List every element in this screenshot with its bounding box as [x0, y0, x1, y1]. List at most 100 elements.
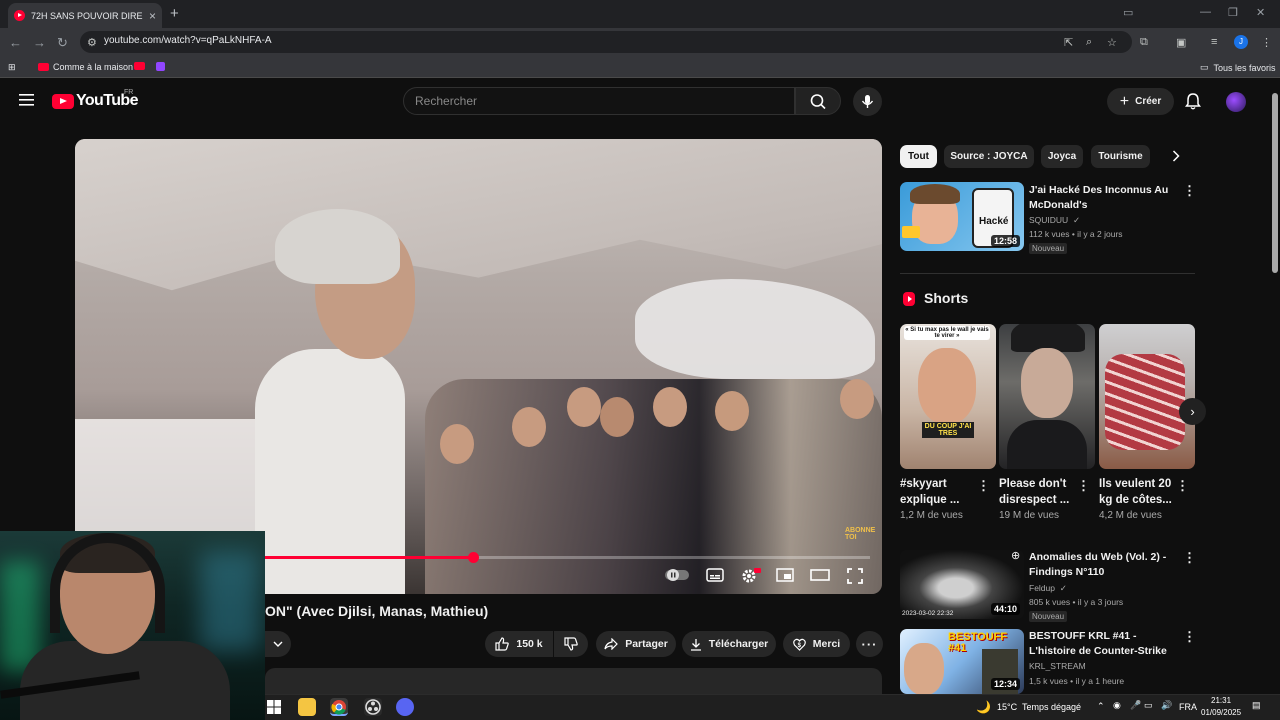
tray-network-icon[interactable]: ▭ [1144, 700, 1153, 711]
download-icon [690, 638, 701, 651]
create-button[interactable]: + Créer [1107, 88, 1174, 115]
channel-name[interactable]: KRL_STREAM [1029, 661, 1086, 671]
search-input[interactable]: Rechercher [403, 87, 795, 115]
notifications-bell-icon[interactable] [1185, 92, 1201, 110]
weather-text[interactable]: Temps dégagé [1022, 702, 1081, 712]
autoplay-toggle[interactable] [665, 568, 689, 582]
thumb-timestamp: 2023-03-02 22:32 [902, 610, 954, 617]
bookmark-twitch[interactable] [156, 62, 165, 71]
video-player[interactable]: ABONNE TOI [75, 139, 882, 594]
channel-name[interactable]: Feldup ✓ [1029, 583, 1067, 594]
chip-source-joyca[interactable]: Source : JOYCA [944, 145, 1034, 168]
dislike-button[interactable] [554, 631, 588, 657]
video-progress-played[interactable] [265, 556, 473, 559]
tray-volume-icon[interactable]: 🔊 [1161, 700, 1172, 711]
subscribe-dropdown-button[interactable] [265, 631, 291, 657]
share-button[interactable]: Partager [596, 631, 676, 657]
youtube-logo-icon[interactable] [52, 94, 74, 109]
short-title[interactable]: #skyyart explique ... [900, 476, 982, 508]
back-button[interactable]: ← [9, 35, 22, 50]
video-title[interactable]: J'ai Hacké Des Inconnus Au McDonald's [1029, 183, 1179, 212]
zoom-icon[interactable]: ⌕ [1086, 36, 1092, 49]
section-divider [900, 273, 1195, 274]
weather-temp[interactable]: 15°C [997, 702, 1017, 712]
short-thumbnail-2[interactable] [999, 324, 1095, 469]
chips-next-chevron-icon[interactable] [1172, 150, 1180, 162]
new-tab-button[interactable]: + [170, 5, 179, 22]
video-thumbnail-anomalies[interactable]: 2023-03-02 22:32 44:10 [900, 550, 1024, 619]
voice-search-button[interactable] [853, 87, 882, 116]
chrome-menu-icon[interactable]: ⋮ [1261, 36, 1272, 49]
tray-overflow-chevron-icon[interactable]: ⌃ [1097, 701, 1105, 712]
video-options-icon[interactable]: ⋮ [1183, 630, 1196, 643]
url-text[interactable]: youtube.com/watch?v=qPaLkNHFA-A [104, 35, 272, 46]
fullscreen-icon[interactable] [847, 568, 863, 584]
file-explorer-icon[interactable] [298, 698, 316, 716]
chip-all[interactable]: Tout [900, 145, 937, 168]
video-options-icon[interactable]: ⋮ [1183, 551, 1196, 564]
reload-button[interactable]: ↻ [57, 35, 68, 51]
windows-start-icon[interactable] [265, 698, 283, 716]
discord-icon[interactable] [396, 698, 414, 716]
close-tab-icon[interactable]: × [149, 9, 156, 23]
shorts-next-button[interactable]: › [1179, 398, 1206, 425]
short-options-icon[interactable]: ⋮ [977, 479, 990, 492]
cast-icon[interactable]: ⇱ [1064, 36, 1073, 49]
bookmark-comme-a-la-maison[interactable]: Comme à la maison [38, 62, 133, 72]
theater-mode-icon[interactable] [810, 568, 830, 582]
settings-gear-icon[interactable] [741, 568, 761, 584]
close-window-button[interactable]: ✕ [1256, 6, 1265, 19]
obs-icon[interactable] [364, 698, 382, 716]
video-scrubber-handle[interactable] [468, 552, 479, 563]
thanks-button[interactable]: $ Merci [783, 631, 850, 657]
subtitles-icon[interactable] [706, 568, 724, 582]
tray-clock-time[interactable]: 21:31 [1211, 696, 1231, 705]
minimize-button[interactable]: — [1200, 6, 1211, 18]
more-actions-button[interactable]: ··· [856, 631, 883, 657]
reading-list-icon[interactable]: ≡ [1211, 36, 1217, 48]
video-options-icon[interactable]: ⋮ [1183, 184, 1196, 197]
video-watermark: ABONNE TOI [845, 527, 876, 541]
video-thumbnail-bestouff[interactable]: BESTOUFF #41 12:34 [900, 629, 1024, 694]
page-scrollbar-thumb[interactable] [1272, 93, 1278, 273]
short-coat [1007, 420, 1087, 469]
short-options-icon[interactable]: ⋮ [1176, 479, 1189, 492]
miniplayer-icon[interactable] [776, 568, 794, 582]
forward-button[interactable]: → [33, 35, 46, 50]
tray-record-icon[interactable]: ◉ [1113, 700, 1121, 711]
profile-avatar[interactable]: J [1234, 35, 1248, 49]
video-thumbnail-hacke[interactable]: Hacké 12:58 [900, 182, 1024, 251]
short-thumbnail-3[interactable] [1099, 324, 1195, 469]
site-info-icon[interactable]: ⚙ [87, 36, 97, 49]
sidepanel-icon[interactable]: ▣ [1176, 36, 1186, 49]
bookmark-star-icon[interactable]: ☆ [1107, 36, 1117, 49]
browser-tab[interactable]: 72H SANS POUVOIR DIRE "NO × [8, 3, 162, 28]
account-avatar[interactable] [1226, 92, 1246, 112]
tray-mic-icon[interactable]: 🎤 [1130, 700, 1141, 711]
short-title[interactable]: Please don't disrespect ... [999, 476, 1081, 508]
apps-grid-icon[interactable]: ⊞ [8, 62, 16, 73]
download-button[interactable]: Télécharger [682, 631, 776, 657]
tab-search-icon[interactable]: ▭ [1123, 6, 1133, 19]
restore-button[interactable]: ❐ [1228, 6, 1238, 19]
video-title[interactable]: BESTOUFF KRL #41 - L'histoire de Counter… [1029, 629, 1179, 658]
extensions-icon[interactable]: ⧉ [1140, 36, 1148, 49]
bookmark-youtube[interactable] [134, 62, 149, 70]
weather-icon[interactable]: 🌙 [976, 700, 991, 714]
search-button[interactable] [795, 87, 841, 115]
like-button[interactable]: 150 k [485, 631, 553, 657]
chip-joyca[interactable]: Joyca [1041, 145, 1083, 168]
hamburger-menu-icon[interactable] [19, 94, 34, 106]
tray-language[interactable]: FRA [1179, 702, 1197, 712]
short-title[interactable]: Ils veulent 20 kg de côtes... [1099, 476, 1181, 508]
chrome-taskbar-icon[interactable] [330, 698, 348, 716]
notification-center-icon[interactable]: ▤ [1252, 700, 1261, 711]
microphone-icon [861, 95, 874, 108]
channel-name[interactable]: SQUIDUU ✓ [1029, 215, 1080, 226]
video-title[interactable]: Anomalies du Web (Vol. 2) - Findings N°1… [1029, 550, 1179, 579]
tray-clock-date[interactable]: 01/09/2025 [1201, 708, 1241, 717]
short-thumbnail-1[interactable]: « Si tu max pas le wall je vais te virer… [900, 324, 996, 469]
short-options-icon[interactable]: ⋮ [1077, 479, 1090, 492]
all-favorites-folder[interactable]: ▭ Tous les favoris [1200, 62, 1276, 73]
chip-tourisme[interactable]: Tourisme [1091, 145, 1150, 168]
